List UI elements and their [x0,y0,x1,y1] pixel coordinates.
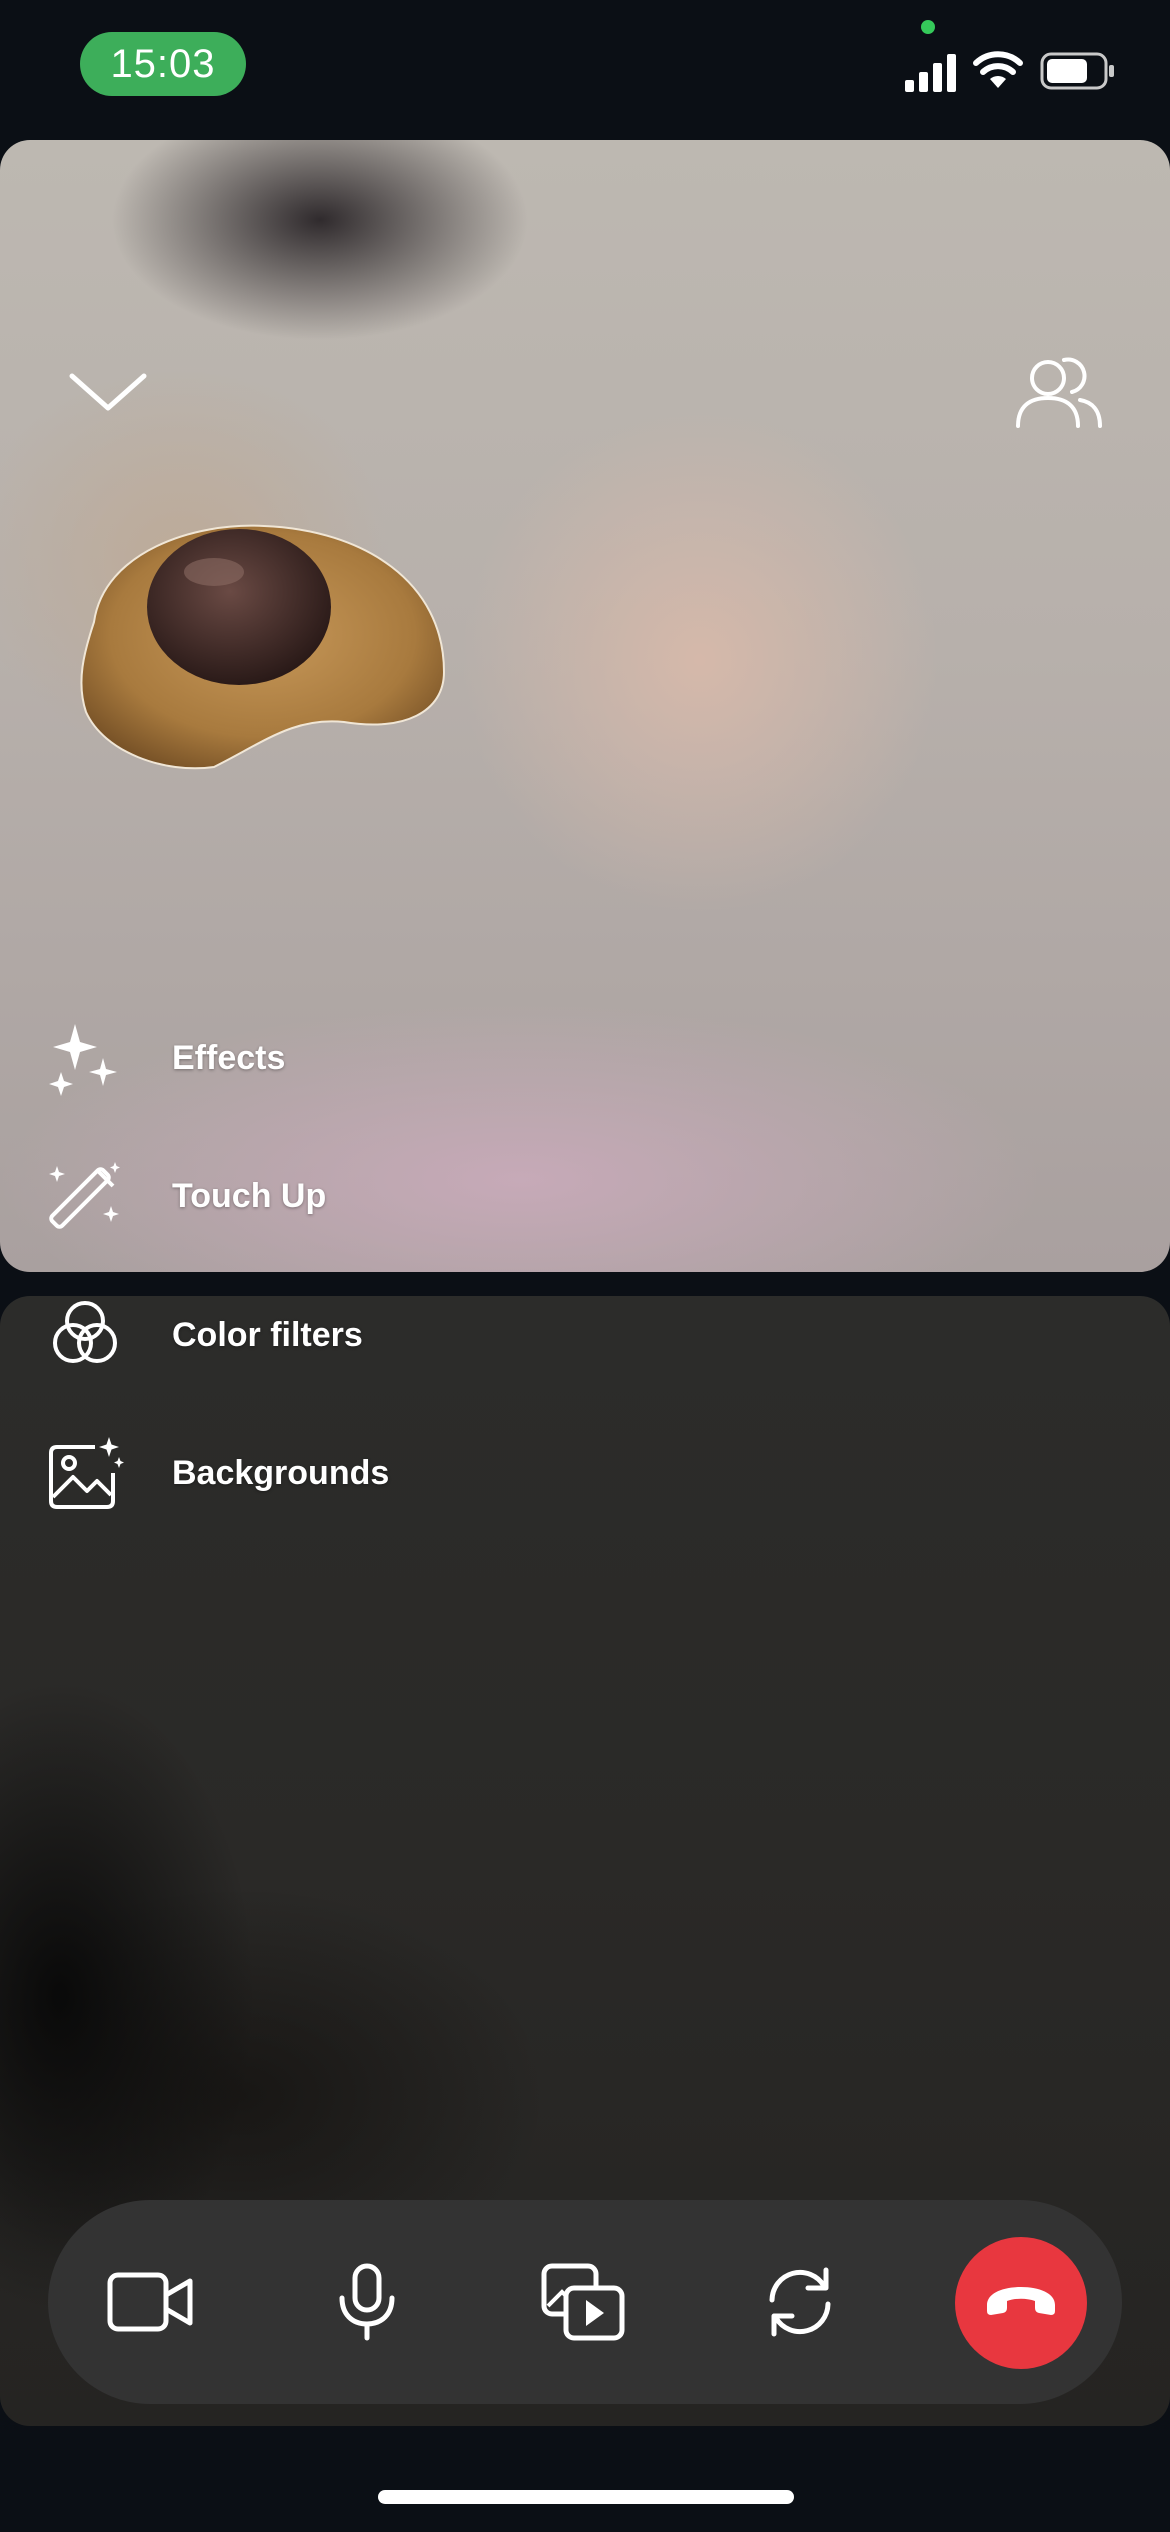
privacy-indicator-dot [921,20,935,34]
menu-label-touch-up: Touch Up [172,1176,327,1215]
menu-item-touch-up[interactable]: Touch Up [40,1141,540,1251]
microphone-icon [339,2263,395,2341]
status-time: 15:03 [80,32,246,96]
menu-label-backgrounds: Backgrounds [172,1453,390,1492]
camera-icon [107,2272,193,2332]
flip-camera-button[interactable] [735,2200,865,2404]
participants-icon [1016,357,1102,428]
magic-wand-icon [40,1151,130,1241]
wifi-icon [973,51,1023,88]
sparkles-icon [40,1013,130,1103]
battery-icon [1040,52,1114,90]
menu-item-backgrounds[interactable]: Backgrounds [40,1418,540,1528]
end-call-button[interactable] [955,2237,1087,2369]
dog-nose-filter [80,524,446,770]
participants-button[interactable] [1012,350,1104,432]
menu-item-color-filters[interactable]: Color filters [40,1280,540,1390]
menu-label-effects: Effects [172,1038,286,1077]
signal-icon [905,54,956,92]
menu-item-effects[interactable]: Effects [40,1003,540,1113]
call-controls-bar [48,2200,1122,2404]
collapse-button[interactable] [66,362,150,422]
color-filters-icon [40,1290,130,1380]
home-indicator[interactable] [378,2490,794,2504]
media-share-icon [541,2263,625,2341]
menu-label-color-filters: Color filters [172,1315,363,1354]
end-call-icon [987,2287,1055,2315]
media-share-button[interactable] [518,2200,648,2404]
camera-toggle-button[interactable] [86,2200,216,2404]
microphone-toggle-button[interactable] [302,2200,432,2404]
backgrounds-icon [40,1428,130,1518]
flip-camera-icon [769,2267,831,2337]
status-bar: 15:03 [0,0,1170,140]
chevron-down-icon [69,373,147,411]
